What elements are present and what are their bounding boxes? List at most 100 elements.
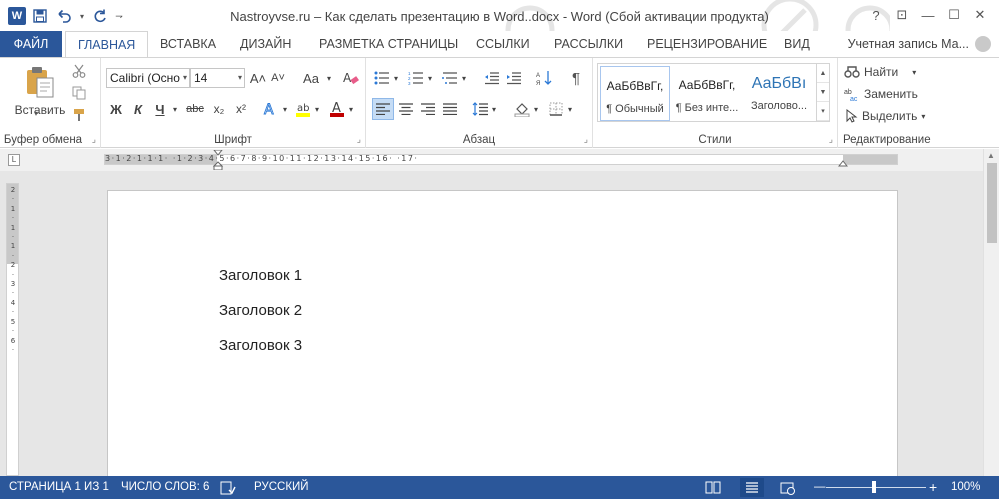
tab-design[interactable]: ДИЗАЙН xyxy=(228,31,303,57)
numbering-dropdown-icon[interactable]: ▾ xyxy=(426,68,434,88)
change-case-dropdown-icon[interactable]: ▾ xyxy=(325,68,333,88)
justify-icon[interactable] xyxy=(440,98,460,120)
font-name-combo[interactable]: Calibri (Осно ▾ xyxy=(106,68,190,88)
zoom-in-icon[interactable]: + xyxy=(929,476,937,499)
line-spacing-icon[interactable] xyxy=(470,98,490,120)
font-size-combo[interactable]: 14 ▾ xyxy=(190,68,245,88)
highlight-dropdown-icon[interactable]: ▾ xyxy=(313,98,321,120)
find-dropdown-icon[interactable]: ▾ xyxy=(912,68,916,77)
select-button[interactable]: Выделить ▾ xyxy=(844,106,940,126)
vertical-ruler[interactable]: 2 · 1 · 1 · 1 · 2 · 3 · 4 · 5 · 6 · xyxy=(6,183,19,476)
maximize-icon[interactable]: ☐ xyxy=(941,4,967,26)
document-paragraph[interactable]: Заголовок 3 xyxy=(219,337,302,354)
styles-launcher-icon[interactable]: ⌟ xyxy=(829,134,833,145)
zoom-slider-thumb[interactable] xyxy=(872,481,876,493)
underline-dropdown-icon[interactable]: ▾ xyxy=(171,98,179,120)
style-heading[interactable]: АаБбВı Заголово... xyxy=(744,66,814,121)
tab-page-layout[interactable]: РАЗМЕТКА СТРАНИЦЫ xyxy=(307,31,470,57)
replace-button[interactable]: ab ac Заменить xyxy=(844,84,934,104)
superscript-button[interactable]: x² xyxy=(231,98,251,120)
bullets-icon[interactable] xyxy=(372,68,392,88)
right-indent-marker-icon[interactable] xyxy=(838,160,848,170)
text-effects-icon[interactable]: A xyxy=(261,98,281,120)
align-left-icon[interactable] xyxy=(372,98,394,120)
scroll-up-icon[interactable]: ▲ xyxy=(987,151,995,160)
shrink-font-button[interactable]: A˅ xyxy=(269,68,287,88)
tab-review[interactable]: РЕЦЕНЗИРОВАНИЕ xyxy=(635,31,779,57)
align-right-icon[interactable] xyxy=(418,98,438,120)
align-center-icon[interactable] xyxy=(396,98,416,120)
font-launcher-icon[interactable]: ⌟ xyxy=(357,134,361,145)
minimize-icon[interactable]: — xyxy=(915,4,941,26)
borders-icon[interactable] xyxy=(546,98,566,120)
paste-dropdown-icon[interactable]: ▾ xyxy=(26,108,46,118)
web-layout-icon[interactable] xyxy=(780,481,796,495)
tab-insert[interactable]: ВСТАВКА xyxy=(148,31,228,57)
page-count[interactable]: СТРАНИЦА 1 ИЗ 1 xyxy=(9,476,109,499)
horizontal-ruler[interactable]: 3·1·2·1·1·1· ·1·2·3·4·5·6·7·8·9·10·11·12… xyxy=(104,150,898,170)
sort-icon[interactable]: AЯ xyxy=(534,68,554,88)
tab-selector[interactable]: L xyxy=(8,154,20,166)
shading-dropdown-icon[interactable]: ▾ xyxy=(532,98,540,120)
underline-button[interactable]: Ч xyxy=(150,98,170,120)
tab-home[interactable]: ГЛАВНАЯ xyxy=(65,31,149,58)
tab-file[interactable]: ФАЙЛ xyxy=(0,31,62,57)
zoom-out-icon[interactable]: — xyxy=(814,476,826,499)
cut-icon[interactable] xyxy=(69,62,89,80)
clear-formatting-icon[interactable]: A xyxy=(341,68,361,88)
format-painter-icon[interactable] xyxy=(69,106,89,124)
tab-view[interactable]: ВИД xyxy=(772,31,822,57)
subscript-button[interactable]: x₂ xyxy=(209,98,229,120)
document-page[interactable]: Заголовок 1 Заголовок 2 Заголовок 3 xyxy=(107,190,898,476)
decrease-indent-icon[interactable] xyxy=(482,68,502,88)
zoom-slider[interactable] xyxy=(826,487,926,488)
font-color-dropdown-icon[interactable]: ▾ xyxy=(347,98,355,120)
multilevel-dropdown-icon[interactable]: ▾ xyxy=(460,68,468,88)
paragraph-launcher-icon[interactable]: ⌟ xyxy=(584,134,588,145)
bullets-dropdown-icon[interactable]: ▾ xyxy=(392,68,400,88)
line-spacing-dropdown-icon[interactable]: ▾ xyxy=(490,98,498,120)
document-paragraph[interactable]: Заголовок 2 xyxy=(219,302,302,319)
scroll-thumb[interactable] xyxy=(987,163,997,243)
show-formatting-icon[interactable]: ¶ xyxy=(566,68,586,88)
style-normal[interactable]: АаБбВвГг, ¶ Обычный xyxy=(600,66,670,121)
styles-more-icon[interactable]: ▾ xyxy=(817,102,829,121)
help-icon[interactable]: ? xyxy=(863,4,889,26)
borders-dropdown-icon[interactable]: ▾ xyxy=(566,98,574,120)
vertical-scrollbar[interactable]: ▲ xyxy=(983,149,999,476)
change-case-button[interactable]: Aa xyxy=(297,68,325,88)
increase-indent-icon[interactable] xyxy=(504,68,524,88)
highlight-icon[interactable]: ab xyxy=(293,98,313,120)
word-count[interactable]: ЧИСЛО СЛОВ: 6 xyxy=(121,476,209,499)
font-name-dropdown-icon[interactable]: ▾ xyxy=(183,69,187,87)
select-dropdown-icon[interactable]: ▾ xyxy=(921,112,925,121)
styles-scroll-down-icon[interactable]: ▼ xyxy=(817,83,829,102)
language-indicator[interactable]: РУССКИЙ xyxy=(254,476,309,499)
strikethrough-button[interactable]: abc xyxy=(183,98,207,120)
numbering-icon[interactable]: 123 xyxy=(406,68,426,88)
ribbon-display-icon[interactable]: ⊡ xyxy=(889,4,915,26)
text-effects-dropdown-icon[interactable]: ▾ xyxy=(281,98,289,120)
proofing-icon[interactable] xyxy=(220,481,236,495)
italic-button[interactable]: К xyxy=(128,98,148,120)
multilevel-list-icon[interactable] xyxy=(440,68,460,88)
find-button[interactable]: Найти ▾ xyxy=(844,62,924,82)
tab-mailings[interactable]: РАССЫЛКИ xyxy=(542,31,635,57)
close-icon[interactable]: ✕ xyxy=(967,4,993,26)
style-no-spacing[interactable]: АаБбВвГг, ¶ Без инте... xyxy=(672,66,742,121)
font-color-icon[interactable]: A xyxy=(327,98,347,120)
zoom-level[interactable]: 100% xyxy=(951,476,980,499)
tab-references[interactable]: ССЫЛКИ xyxy=(464,31,542,57)
clipboard-launcher-icon[interactable]: ⌟ xyxy=(92,134,96,145)
account-name[interactable]: Учетная запись Ма... xyxy=(848,31,969,57)
avatar[interactable] xyxy=(975,36,991,52)
print-layout-icon[interactable] xyxy=(740,478,764,497)
copy-icon[interactable] xyxy=(69,84,89,102)
bold-button[interactable]: Ж xyxy=(106,98,126,120)
styles-scroll-up-icon[interactable]: ▲ xyxy=(817,64,829,83)
font-size-dropdown-icon[interactable]: ▾ xyxy=(238,69,242,87)
document-paragraph[interactable]: Заголовок 1 xyxy=(219,267,302,284)
shading-icon[interactable] xyxy=(512,98,532,120)
account-area[interactable]: Учетная запись Ма... xyxy=(848,31,991,57)
indent-marker-icon[interactable] xyxy=(213,150,223,170)
